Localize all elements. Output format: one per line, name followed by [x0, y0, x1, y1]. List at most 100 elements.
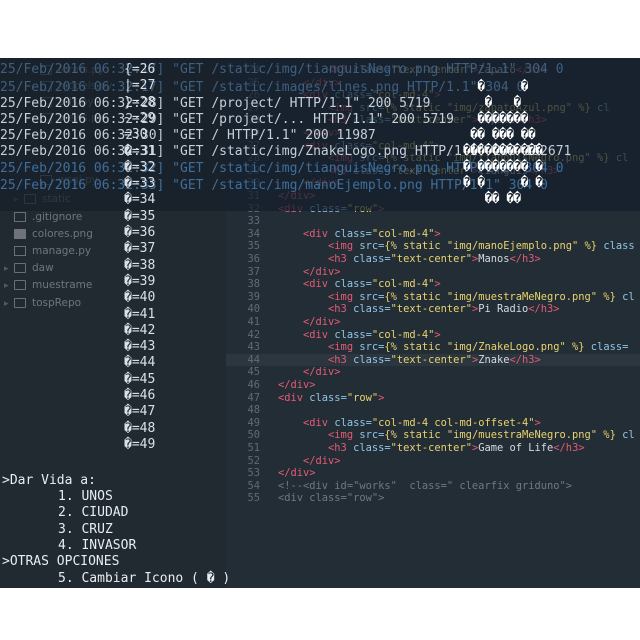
line-number: 24 — [247, 64, 260, 76]
code-line[interactable]: 41 </div> — [226, 316, 640, 328]
code-text: </div> — [278, 379, 316, 391]
code-line[interactable]: 26 <div class="col-md-4"> — [226, 89, 640, 101]
code-line[interactable]: 55 <div class="row"> — [226, 492, 640, 504]
code-text: <div class="row"> — [278, 391, 385, 404]
code-text: </div> — [278, 467, 316, 480]
code-line[interactable]: 38 <div class="col-md-4"> — [226, 278, 640, 290]
chevron-right-icon[interactable]: ▸ — [4, 261, 14, 277]
code-line[interactable]: 51 <h3 class="text-center">Game of Life<… — [226, 442, 640, 454]
code-line[interactable]: 33 — [226, 215, 640, 227]
line-number: 29 — [247, 127, 260, 139]
line-number: 28 — [247, 114, 260, 127]
tree-file[interactable]: urls.py — [40, 94, 94, 110]
tree-file[interactable]: colores.png — [14, 226, 93, 242]
code-line[interactable]: 28 <h3 class="text-center">Zapato</h3> — [226, 114, 640, 126]
code-line[interactable]: 32 <div class="row"> — [226, 203, 640, 215]
line-number: 26 — [247, 89, 260, 102]
tree-file[interactable]: views.py — [40, 110, 104, 126]
code-line[interactable]: 34 <div class="col-md-4"> — [226, 228, 640, 240]
folder-icon — [14, 263, 26, 273]
code-line[interactable]: 43 <img src={% static "img/ZnakeLogo.png… — [226, 341, 640, 353]
code-line[interactable]: 53 </div> — [226, 467, 640, 479]
code-text: <h3 class="text-center">Zapato</h3> — [328, 64, 548, 76]
tree-item-label: muestrame — [32, 279, 93, 291]
code-line[interactable]: 25 </div> — [226, 77, 640, 89]
line-number: 51 — [247, 442, 260, 454]
tree-item-label: colores.png — [32, 228, 93, 240]
code-line[interactable]: 52 </div> — [226, 455, 640, 467]
line-number: 36 — [247, 253, 260, 265]
tree-item-label: urls.py — [58, 96, 94, 108]
file-icon — [14, 246, 26, 256]
line-number: 43 — [247, 341, 260, 354]
code-line[interactable]: 37 </div> — [226, 266, 640, 278]
code-text: <img src={% static "img/ZnakeLogo.png" %… — [328, 341, 629, 354]
code-editor[interactable]: 24 <h3 class="text-center">Zapato</h3> 25… — [226, 58, 640, 588]
code-line[interactable]: 48 — [226, 404, 640, 416]
line-number: 37 — [247, 265, 260, 278]
code-line[interactable]: 44 <h3 class="text-center">Znake</h3> — [226, 353, 640, 366]
code-line[interactable]: 27 <div class="col-md-4"> — [226, 140, 640, 152]
line-number: 55 — [247, 492, 260, 505]
tree-folder[interactable]: ▸ tospRepo — [4, 295, 81, 311]
line-number: 25 — [247, 76, 260, 89]
code-text: <div class="col-md-4"> — [303, 328, 441, 341]
tree-folder[interactable]: ▸ static — [14, 191, 71, 207]
code-line[interactable]: 30 </div> — [226, 177, 640, 189]
line-number: 35 — [247, 240, 260, 253]
file-icon — [40, 113, 52, 123]
tree-file[interactable]: manage.py — [14, 243, 91, 259]
code-text: <img src={% static "img/zapatoAzul.png" … — [328, 101, 610, 114]
code-line[interactable]: 39 <img src={% static "img/muestraMeNegr… — [226, 291, 640, 303]
line-number: 45 — [247, 366, 260, 379]
code-text: <div class="col-md-4"> — [303, 278, 441, 291]
tree-file[interactable]: models.py — [40, 78, 112, 94]
code-line[interactable]: 46 </div> — [226, 379, 640, 391]
code-line[interactable]: 50 <img src={% static "img/muestraMeNegr… — [226, 429, 640, 441]
line-number: 48 — [247, 404, 260, 417]
code-text: <div class="row"> — [278, 202, 385, 215]
code-line[interactable]: 29 <h3 class="text-center">tianguis</h3> — [226, 165, 640, 177]
tree-file[interactable]: forms.py — [40, 62, 104, 78]
code-line[interactable]: 54 <!--<div id="works" class=" clearfix g… — [226, 480, 640, 492]
code-text: </div> — [303, 316, 341, 328]
code-line[interactable]: 45 </div> — [226, 366, 640, 378]
chevron-right-icon[interactable]: ▸ — [4, 296, 14, 312]
tree-folder[interactable]: ▸ daw — [4, 260, 54, 276]
tree-folder[interactable]: ▸ muestrame — [4, 277, 92, 293]
code-line[interactable]: 31 </div> — [226, 190, 640, 202]
line-number: 31 — [247, 190, 260, 202]
line-number: 44 — [247, 353, 260, 366]
chevron-right-icon[interactable]: ▸ — [14, 192, 24, 208]
line-number: 34 — [247, 227, 260, 240]
line-number: 47 — [247, 391, 260, 404]
code-line[interactable]: 47 <div class="row"> — [226, 392, 640, 404]
code-line[interactable]: 42 <div class="col-md-4"> — [226, 329, 640, 341]
code-line[interactable]: 36 <h3 class="text-center">Manos</h3> — [226, 253, 640, 265]
code-text: <h3 class="text-center">tianguis</h3> — [328, 164, 560, 177]
code-text: <h3 class="text-center">Zapato</h3> — [328, 114, 548, 127]
code-text: <img src={% static "img/muestraMeNegro.p… — [328, 429, 635, 442]
code-line[interactable]: 28 <img src={% static "img/tianguisNegro… — [226, 152, 640, 164]
tree-file[interactable]: .gitignore — [14, 209, 82, 225]
file-icon — [40, 65, 52, 75]
code-line[interactable]: 29 </div> — [226, 127, 640, 139]
tree-item-label: forms.py — [58, 64, 105, 76]
line-number: 29 — [247, 164, 260, 177]
line-number: 32 — [247, 202, 260, 215]
tree-file[interactable]: wsgi.py — [40, 172, 98, 188]
code-text: <div class="col-md-4"> — [303, 227, 441, 240]
code-line[interactable]: 49 <div class="col-md-4 col-md-offset-4"… — [226, 417, 640, 429]
code-line[interactable]: 27 <img src={% static "img/zapatoAzul.pn… — [226, 102, 640, 114]
code-line[interactable]: 35 <img src={% static "img/manoEjemplo.p… — [226, 240, 640, 252]
chevron-right-icon[interactable]: ▸ — [4, 278, 14, 294]
tree-item-label: static — [42, 193, 71, 205]
code-line[interactable]: 24 <h3 class="text-center">Zapato</h3> — [226, 64, 640, 76]
folder-icon — [14, 298, 26, 308]
code-line[interactable]: 40 <h3 class="text-center">Pi Radio</h3> — [226, 303, 640, 315]
file-tree-sidebar[interactable]: forms.py models.py urls.py views.py wsgi.py ▸… — [0, 58, 226, 588]
desktop-screen: 24 <h3 class="text-center">Zapato</h3> 25… — [0, 58, 640, 588]
line-number: 54 — [247, 479, 260, 492]
code-text: <img src={% static "img/tianguisNegro.pn… — [328, 152, 629, 165]
code-text: </div> — [303, 454, 341, 467]
